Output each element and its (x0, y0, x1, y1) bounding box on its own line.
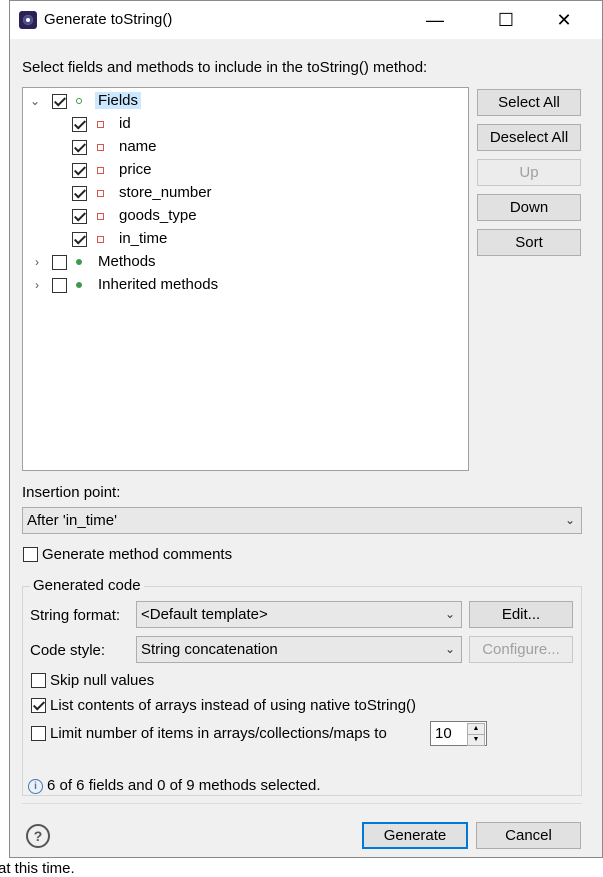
chevron-down-icon: ⌄ (564, 513, 575, 527)
string-format-select[interactable]: <Default template> ⌄ (136, 601, 462, 628)
code-style-label: Code style: (30, 642, 106, 659)
list-arrays-checkbox[interactable] (31, 698, 46, 713)
info-icon: i (28, 779, 43, 794)
field-checkbox[interactable] (72, 232, 87, 247)
generated-code-title: Generated code (30, 577, 144, 594)
maximize-button[interactable]: ☐ (483, 7, 529, 33)
chevron-down-icon: ⌄ (444, 642, 455, 656)
tree-node-field[interactable]: id (23, 113, 463, 135)
string-format-label: String format: (30, 607, 121, 624)
generate-button[interactable]: Generate (362, 822, 468, 849)
window-title: Generate toString() (44, 11, 173, 28)
background-status-text: at this time. (0, 858, 603, 877)
tree-node-field[interactable]: name (23, 136, 463, 158)
limit-items-label: Limit number of items in arrays/collecti… (50, 725, 387, 742)
tree-node-label: name (119, 138, 157, 155)
tree-node-field[interactable]: goods_type (23, 205, 463, 227)
private-field-icon (97, 167, 104, 174)
minimize-button[interactable]: — (412, 7, 458, 33)
insertion-point-select[interactable]: After 'in_time' ⌄ (22, 507, 582, 534)
selection-status: 6 of 6 fields and 0 of 9 methods selecte… (47, 777, 321, 794)
private-field-icon (97, 121, 104, 128)
instructions-label: Select fields and methods to include in … (22, 59, 428, 76)
tree-node-inherited-methods[interactable]: › Inherited methods (23, 274, 463, 296)
members-tree[interactable]: ⌄ Fields id name price store_number good… (22, 87, 469, 471)
spinner-down-icon[interactable]: ▼ (467, 734, 485, 746)
public-method-icon (76, 259, 82, 265)
deselect-all-button[interactable]: Deselect All (477, 124, 581, 151)
private-field-icon (97, 190, 104, 197)
field-checkbox[interactable] (72, 117, 87, 132)
limit-items-value[interactable]: 10 (435, 725, 452, 742)
inherited-methods-checkbox[interactable] (52, 278, 67, 293)
tree-node-label: Fields (95, 92, 142, 109)
tree-node-label: in_time (119, 230, 168, 247)
public-method-icon (76, 282, 82, 288)
help-icon[interactable]: ? (26, 824, 50, 848)
chevron-right-icon[interactable]: › (31, 274, 43, 296)
insertion-point-label: Insertion point: (22, 484, 121, 501)
cancel-button[interactable]: Cancel (476, 822, 581, 849)
tree-node-field[interactable]: in_time (23, 228, 463, 250)
field-checkbox[interactable] (72, 163, 87, 178)
string-format-value: <Default template> (141, 606, 268, 623)
methods-checkbox[interactable] (52, 255, 67, 270)
tree-node-label: store_number (119, 184, 212, 201)
tree-node-field[interactable]: price (23, 159, 463, 181)
tree-node-label: price (119, 161, 152, 178)
up-button[interactable]: Up (477, 159, 581, 186)
code-style-value: String concatenation (141, 641, 278, 658)
down-button[interactable]: Down (477, 194, 581, 221)
field-checkbox[interactable] (72, 140, 87, 155)
configure-button[interactable]: Configure... (469, 636, 573, 663)
footer-separator (22, 803, 582, 804)
close-button[interactable]: ✕ (541, 7, 587, 33)
chevron-down-icon[interactable]: ⌄ (29, 90, 41, 112)
limit-items-spinner[interactable]: 10 ▲ ▼ (430, 721, 487, 746)
field-checkbox[interactable] (72, 209, 87, 224)
field-checkbox[interactable] (72, 186, 87, 201)
chevron-down-icon: ⌄ (444, 607, 455, 621)
tree-node-label: goods_type (119, 207, 197, 224)
tree-node-methods[interactable]: › Methods (23, 251, 463, 273)
private-field-icon (97, 213, 104, 220)
tree-node-label: id (119, 115, 131, 132)
eclipse-app-icon (19, 11, 37, 29)
fields-checkbox[interactable] (52, 94, 67, 109)
chevron-right-icon[interactable]: › (31, 251, 43, 273)
skip-null-checkbox[interactable] (31, 673, 46, 688)
list-arrays-label: List contents of arrays instead of using… (50, 697, 417, 714)
code-style-select[interactable]: String concatenation ⌄ (136, 636, 462, 663)
generate-tostring-dialog: Generate toString() — ☐ ✕ Select fields … (9, 0, 603, 858)
tree-node-label: Methods (98, 253, 156, 270)
fields-group-icon (76, 98, 82, 104)
edit-button[interactable]: Edit... (469, 601, 573, 628)
tree-node-label: Inherited methods (98, 276, 219, 293)
title-bar: Generate toString() — ☐ ✕ (10, 1, 602, 39)
private-field-icon (97, 236, 104, 243)
generate-comments-label: Generate method comments (42, 546, 233, 563)
limit-items-checkbox[interactable] (31, 726, 46, 741)
tree-node-fields[interactable]: ⌄ Fields (23, 90, 463, 112)
generate-comments-checkbox[interactable] (23, 547, 38, 562)
skip-null-label: Skip null values (50, 672, 155, 689)
tree-node-field[interactable]: store_number (23, 182, 463, 204)
private-field-icon (97, 144, 104, 151)
insertion-point-value: After 'in_time' (27, 512, 117, 529)
select-all-button[interactable]: Select All (477, 89, 581, 116)
sort-button[interactable]: Sort (477, 229, 581, 256)
